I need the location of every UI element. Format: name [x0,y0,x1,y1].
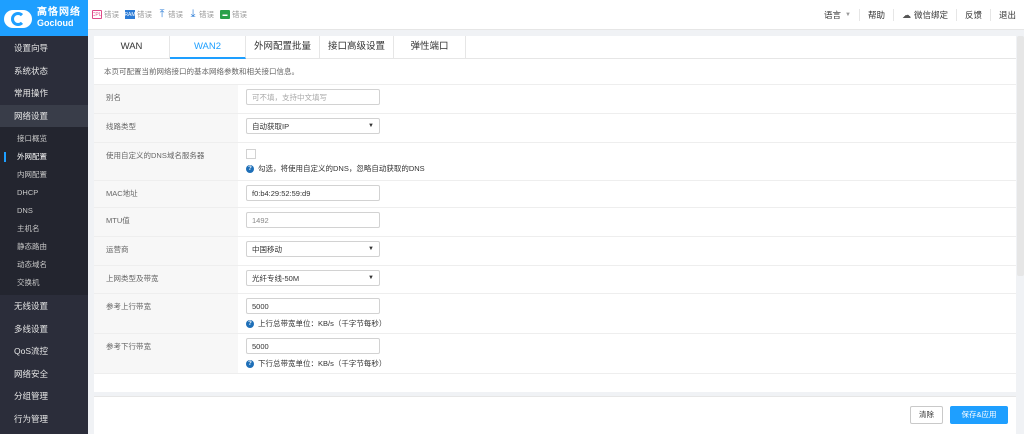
brand-name-cn: 高恪网络 [37,7,81,18]
download-status[interactable]: ⤓ 错误 [189,8,214,20]
download-arrow-icon: ⤓ [190,8,196,20]
sidebar-item-multiline[interactable]: 多线设置 [0,318,88,341]
row-download-bandwidth: 参考下行带宽 ? 下行总带宽单位：KB/s（千字节每秒） [94,334,1016,374]
status-toolbar: CPU 错误 RAM 错误 ⤒ 错误 ⤓ 错误 ▬ 错误 [88,8,253,20]
tab-bar: WAN WAN2 外网配置批量 接口高级设置 弹性端口 [94,36,1016,59]
sidebar-subitem-hostname[interactable]: 主机名 [0,220,88,238]
sidebar-item-common-ops[interactable]: 常用操作 [0,82,88,105]
sidebar-nav: 设置向导 系统状态 常用操作 网络设置 接口概览 外网配置 内网配置 DHCP … [0,37,88,430]
sidebar-subitem-switch[interactable]: 交换机 [0,274,88,292]
sidebar-subitem-ddns[interactable]: 动态域名 [0,256,88,274]
row-custom-dns: 使用自定义的DNS域名服务器 ? 勾选，将使用自定义的DNS，忽略自动获取的DN… [94,143,1016,181]
sidebar-subitem-lan-config[interactable]: 内网配置 [0,166,88,184]
upload-bandwidth-input[interactable] [246,298,380,314]
tab-elastic-port[interactable]: 弹性端口 [394,36,466,59]
sidebar-item-wireless[interactable]: 无线设置 [0,295,88,318]
upload-bandwidth-label: 参考上行带宽 [94,294,238,333]
language-menu[interactable]: 语言 ▼ [816,9,859,21]
sidebar-item-qos[interactable]: QoS流控 [0,340,88,363]
main-panel: WAN WAN2 外网配置批量 接口高级设置 弹性端口 本页可配置当前网络接口的… [94,36,1016,392]
top-bar: CPU 错误 RAM 错误 ⤒ 错误 ⤓ 错误 ▬ 错误 语言 ▼ 帮助 ☁ 微… [88,0,1024,30]
sidebar-subitem-interface-overview[interactable]: 接口概览 [0,130,88,148]
help-circle-icon: ? [246,359,254,368]
help-circle-icon: ? [246,164,254,173]
row-bandwidth-type: 上网类型及带宽 光纤专线-50M ▼ [94,266,1016,294]
row-mtu: MTU值 [94,208,1016,237]
mtu-input[interactable] [246,212,380,228]
upload-bandwidth-hint: ? 上行总带宽单位：KB/s（千字节每秒） [246,318,1016,329]
monitor-icon: ▬ [220,10,230,19]
mtu-label: MTU值 [94,208,238,236]
sidebar-item-system-status[interactable]: 系统状态 [0,60,88,83]
wechat-icon: ☁ [901,9,911,20]
sidebar-item-group-mgmt[interactable]: 分组管理 [0,385,88,408]
custom-dns-hint: ? 勾选，将使用自定义的DNS，忽略自动获取的DNS [246,163,1016,174]
download-bandwidth-label: 参考下行带宽 [94,334,238,373]
download-bandwidth-hint: ? 下行总带宽单位：KB/s（千字节每秒） [246,358,1016,369]
network-settings-submenu: 接口概览 外网配置 内网配置 DHCP DNS 主机名 静态路由 动态域名 交换… [0,127,88,295]
tab-wan[interactable]: WAN [94,36,170,59]
wechat-bind-link[interactable]: ☁ 微信绑定 [892,8,956,21]
tab-wan-batch[interactable]: 外网配置批量 [246,36,320,59]
clear-button[interactable]: 清除 [910,406,943,424]
cpu-icon: CPU [91,10,103,19]
line-type-select[interactable]: 自动获取IP ▼ [246,118,380,134]
sidebar-item-setup-wizard[interactable]: 设置向导 [0,37,88,60]
custom-dns-label: 使用自定义的DNS域名服务器 [94,143,238,180]
logout-link[interactable]: 退出 [989,8,1024,21]
form-footer: 清除 保存&应用 [94,396,1016,434]
dropdown-arrow-icon: ▼ [368,123,374,129]
mac-label: MAC地址 [94,181,238,207]
alias-input[interactable] [246,89,380,105]
dropdown-arrow-icon: ▼ [368,275,374,281]
upload-status[interactable]: ⤒ 错误 [158,8,183,20]
sidebar-subitem-dns[interactable]: DNS [0,202,88,220]
cloud-logo-icon [4,6,34,30]
isp-select[interactable]: 中国移动 ▼ [246,241,380,257]
brand-name-en: Gocloud [37,18,74,28]
ram-icon: RAM [124,10,136,19]
row-line-type: 线路类型 自动获取IP ▼ [94,114,1016,143]
feedback-link[interactable]: 反馈 [955,8,990,21]
sidebar-item-security[interactable]: 网络安全 [0,363,88,386]
help-link[interactable]: 帮助 [858,8,893,21]
cpu-status[interactable]: CPU 错误 [92,9,119,20]
sidebar: 高恪网络 Gocloud 设置向导 系统状态 常用操作 网络设置 接口概览 外网… [0,0,88,434]
sidebar-subitem-wan-config[interactable]: 外网配置 [0,148,88,166]
wan-config-form: 别名 线路类型 自动获取IP ▼ 使用自定义的DNS域名服务器 ? 勾选，将使用… [94,84,1016,374]
mac-input[interactable] [246,185,380,201]
isp-label: 运营商 [94,237,238,265]
help-circle-icon: ? [246,319,254,328]
custom-dns-checkbox[interactable] [246,149,256,159]
ram-status[interactable]: RAM 错误 [124,9,152,20]
brand-logo[interactable]: 高恪网络 Gocloud [0,0,88,36]
dropdown-arrow-icon: ▼ [368,246,374,252]
row-upload-bandwidth: 参考上行带宽 ? 上行总带宽单位：KB/s（千字节每秒） [94,294,1016,334]
save-apply-button[interactable]: 保存&应用 [950,406,1008,424]
sidebar-subitem-static-route[interactable]: 静态路由 [0,238,88,256]
row-isp: 运营商 中国移动 ▼ [94,237,1016,266]
header-actions: 语言 ▼ 帮助 ☁ 微信绑定 反馈 退出 [816,0,1024,30]
bandwidth-type-select[interactable]: 光纤专线-50M ▼ [246,270,380,286]
download-bandwidth-input[interactable] [246,338,380,354]
sidebar-subitem-dhcp[interactable]: DHCP [0,184,88,202]
page-scrollbar[interactable] [1017,36,1024,276]
row-mac: MAC地址 [94,181,1016,208]
tab-wan2[interactable]: WAN2 [170,36,246,59]
upload-arrow-icon: ⤒ [159,8,165,20]
line-type-label: 线路类型 [94,114,238,142]
chevron-down-icon: ▼ [844,11,851,18]
bandwidth-type-label: 上网类型及带宽 [94,266,238,293]
row-alias: 别名 [94,85,1016,114]
sidebar-item-network-settings[interactable]: 网络设置 [0,104,88,127]
alias-label: 别名 [94,85,238,113]
page-description: 本页可配置当前网络接口的基本网络参数和相关接口信息。 [104,67,299,76]
monitor-status[interactable]: ▬ 错误 [220,9,247,20]
tab-interface-advanced[interactable]: 接口高级设置 [320,36,394,59]
sidebar-item-behavior-mgmt[interactable]: 行为管理 [0,408,88,431]
